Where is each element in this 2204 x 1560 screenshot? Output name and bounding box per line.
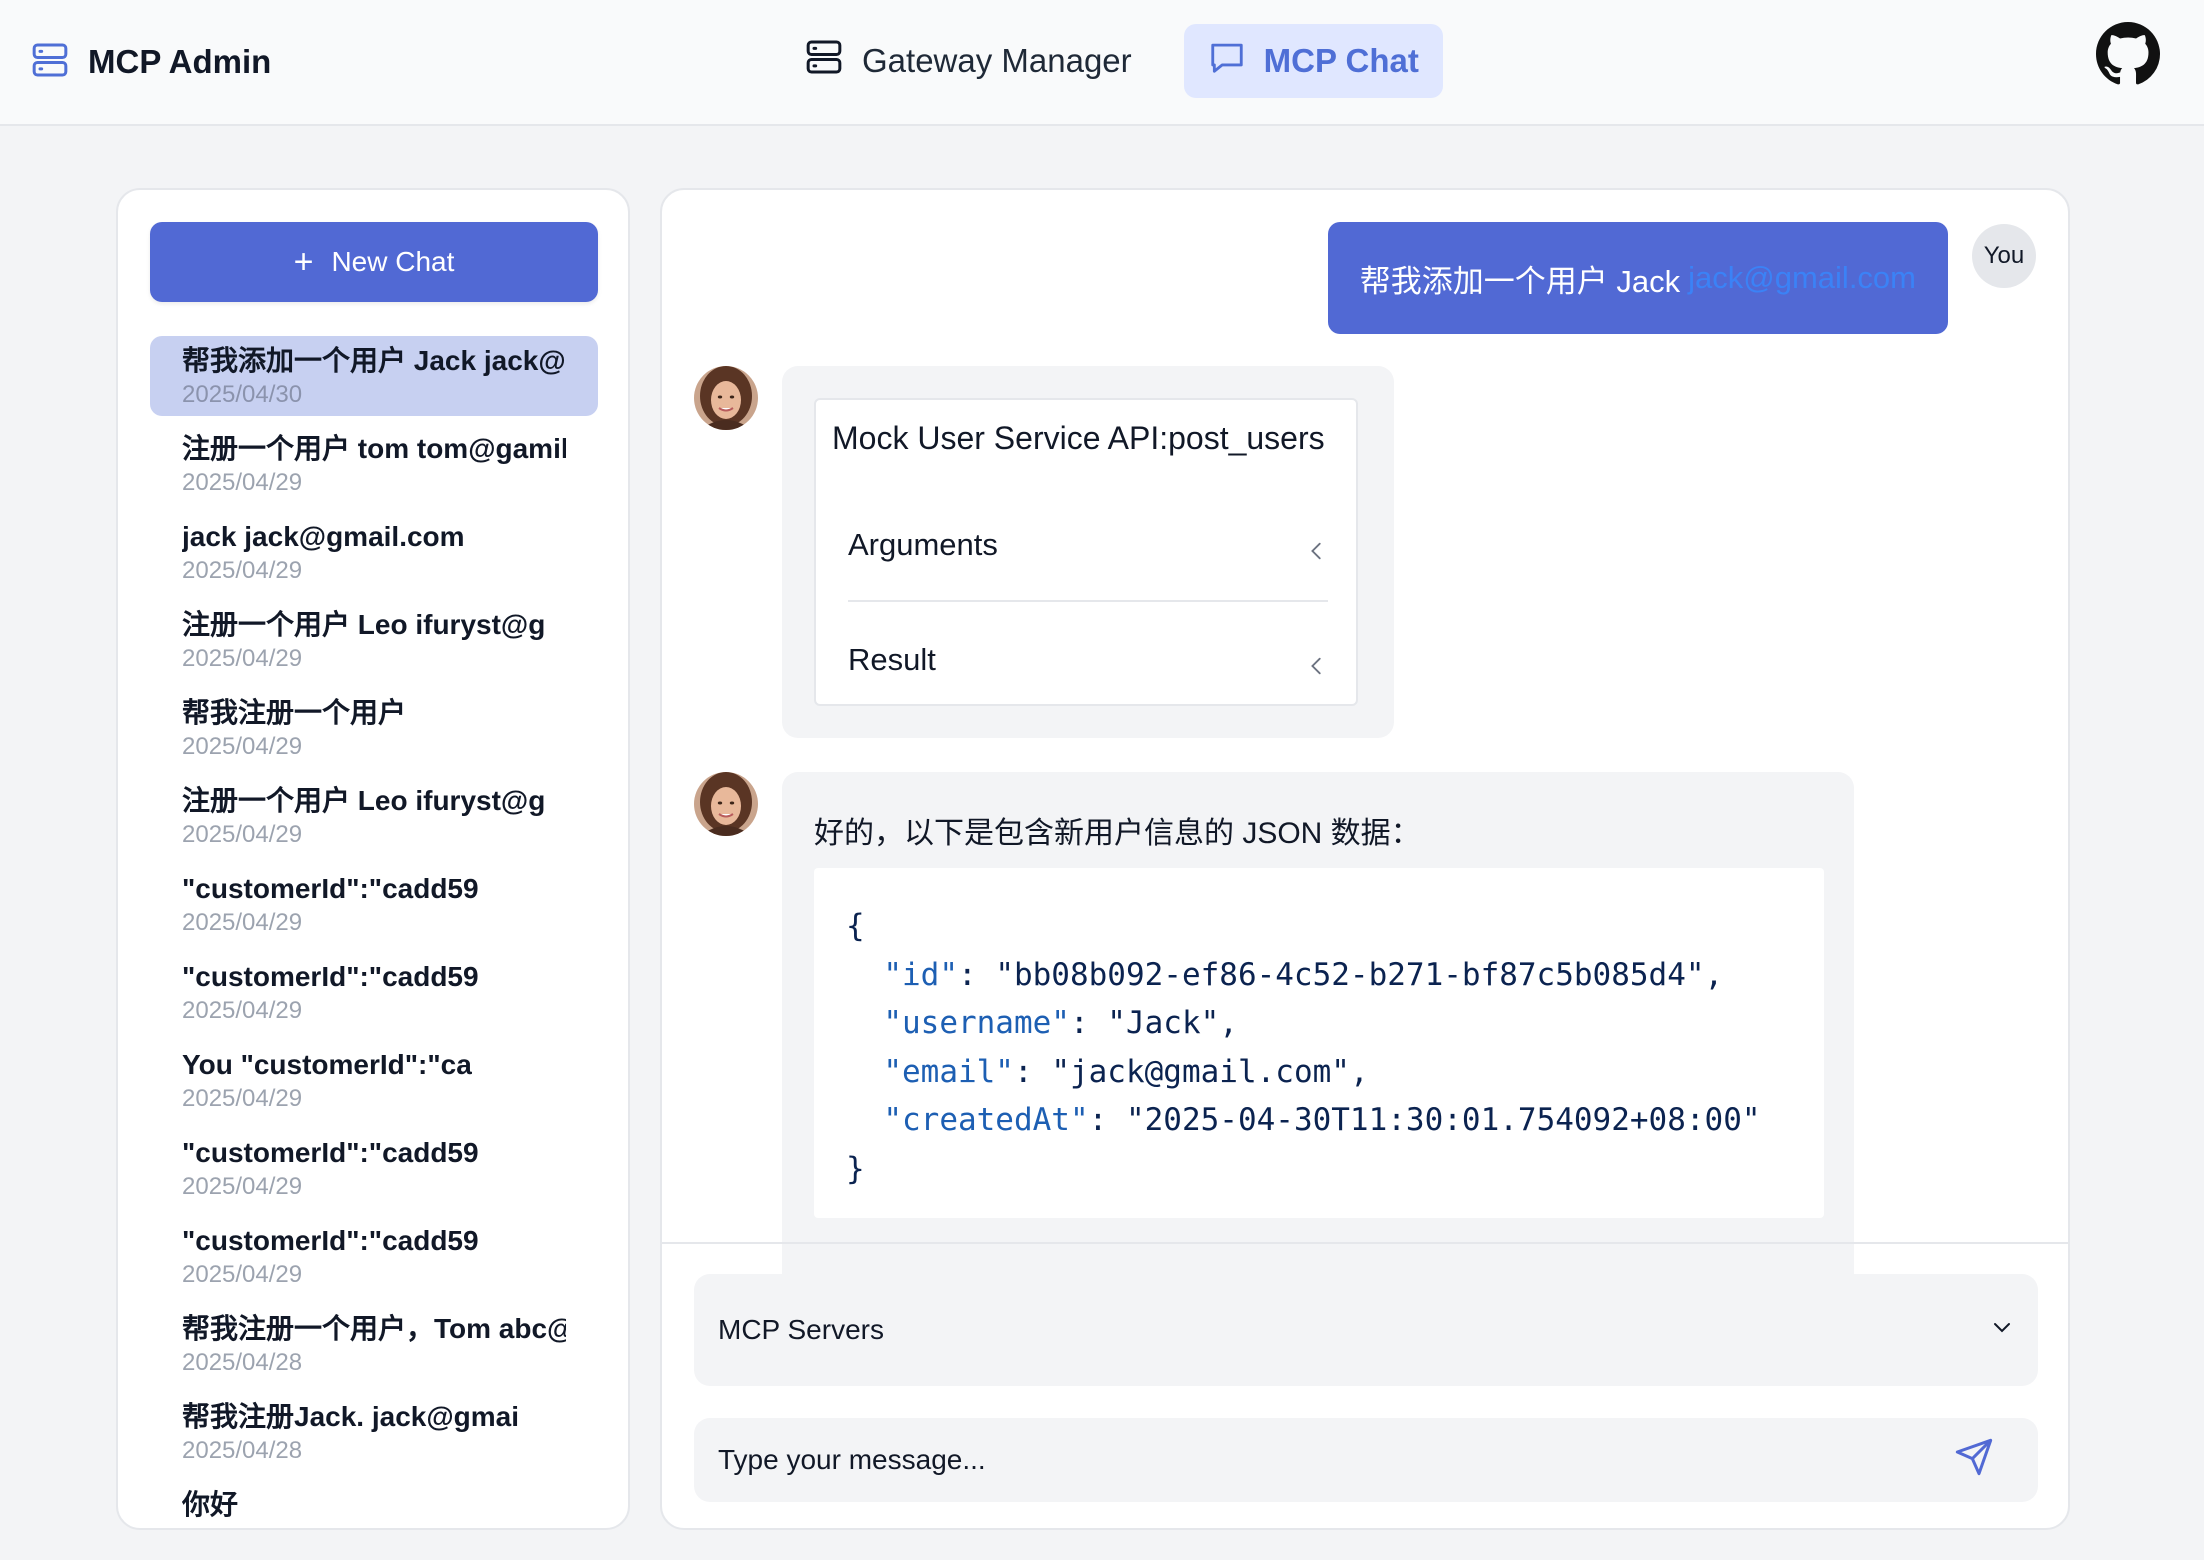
mcp-servers-label: MCP Servers xyxy=(718,1314,884,1345)
chat-panel: 帮我添加一个用户 Jack jack@gmail.com You Mock Us… xyxy=(660,188,2070,1530)
conversation-title: 帮我注册Jack. jack@gmai xyxy=(182,1401,519,1432)
chevron-down-icon xyxy=(1990,1314,2014,1346)
chevron-left-icon xyxy=(1306,649,1328,675)
user-avatar: You xyxy=(1972,224,2036,288)
conversation-title: 帮我添加一个用户 Jack jack@g xyxy=(182,345,566,376)
json-code-block: { "id": "bb08b092-ef86-4c52-b271-bf87c5b… xyxy=(814,868,1824,1218)
github-icon[interactable] xyxy=(2096,22,2160,86)
code-key: "username" xyxy=(883,1005,1070,1041)
server-icon xyxy=(30,40,70,85)
nav-mcp-chat[interactable]: MCP Chat xyxy=(1183,24,1443,98)
code-value: "bb08b092-ef86-4c52-b271-bf87c5b085d4" xyxy=(995,956,1705,993)
conversation-item[interactable]: jack jack@gmail.com 2025/04/29 xyxy=(150,512,598,592)
conversation-item[interactable]: 帮我添加一个用户 Jack jack@g 2025/04/30 xyxy=(150,336,598,416)
send-icon[interactable] xyxy=(1954,1437,2000,1483)
user-message-bubble: 帮我添加一个用户 Jack jack@gmail.com xyxy=(1327,222,1948,334)
code-value: "Jack" xyxy=(1107,1005,1220,1041)
code-key: "email" xyxy=(883,1053,1014,1090)
top-header: MCP Admin Gateway Manager MCP Chat xyxy=(0,0,2204,126)
tool-call-message: Mock User Service API:post_users Argumen… xyxy=(782,366,1394,738)
arguments-label: Arguments xyxy=(848,527,998,562)
conversation-title: 你好 xyxy=(182,1489,239,1520)
assistant-message-text: 好的，以下是包含新用户信息的 JSON 数据： xyxy=(814,817,1421,850)
tool-call-card: Mock User Service API:post_users Argumen… xyxy=(814,398,1358,706)
conversation-title: 帮我注册一个用户，Tom abc@gm xyxy=(182,1313,566,1344)
conversation-item[interactable]: 你好 xyxy=(150,1480,598,1528)
nav-label: MCP Chat xyxy=(1263,42,1419,79)
brand[interactable]: MCP Admin xyxy=(30,38,271,86)
conversation-item[interactable]: 帮我注册一个用户 2025/04/29 xyxy=(150,688,598,768)
message-composer xyxy=(694,1418,2038,1502)
composer-divider xyxy=(662,1242,2068,1244)
user-message-text: 帮我添加一个用户 Jack xyxy=(1359,263,1681,299)
conversation-list: 帮我添加一个用户 Jack jack@g 2025/04/30 注册一个用户 t… xyxy=(150,336,598,1528)
plus-icon: + xyxy=(293,243,314,281)
brand-title: MCP Admin xyxy=(88,43,272,80)
nav-gateway-manager[interactable]: Gateway Manager xyxy=(780,24,1156,98)
conversation-title: 帮我注册一个用户 xyxy=(182,697,407,728)
tool-call-title: Mock User Service API:post_users xyxy=(832,420,1325,456)
conversation-date: 2025/04/29 xyxy=(182,1261,303,1288)
new-chat-button[interactable]: + New Chat xyxy=(150,222,598,302)
conversation-title: You "customerId":"ca xyxy=(182,1049,472,1080)
code-value: "2025-04-30T11:30:01.754092+08:00" xyxy=(1125,1102,1761,1138)
conversation-date: 2025/04/29 xyxy=(182,909,303,936)
message-input[interactable] xyxy=(718,1444,1954,1476)
chat-bubble-icon xyxy=(1208,38,1246,84)
conversation-item[interactable]: "customerId":"cadd59 2025/04/29 xyxy=(150,1128,598,1208)
conversation-item[interactable]: 注册一个用户 Leo ifuryst@g 2025/04/29 xyxy=(150,600,598,680)
conversation-item[interactable]: 帮我注册Jack. jack@gmai 2025/04/28 xyxy=(150,1392,598,1472)
assistant-avatar xyxy=(694,772,758,836)
code-value: "jack@gmail.com" xyxy=(1051,1053,1350,1090)
arguments-accordion[interactable]: Arguments xyxy=(848,490,1328,602)
email-link[interactable]: jack@gmail.com xyxy=(1688,260,1916,296)
conversation-date: 2025/04/29 xyxy=(182,469,303,496)
conversation-date: 2025/04/29 xyxy=(182,1085,303,1112)
conversation-item[interactable]: "customerId":"cadd59 2025/04/29 xyxy=(150,1216,598,1296)
conversation-date: 2025/04/29 xyxy=(182,821,303,848)
conversation-item[interactable]: 注册一个用户 tom tom@gamil 2025/04/29 xyxy=(150,424,598,504)
server-icon xyxy=(804,37,844,85)
conversation-item[interactable]: "customerId":"cadd59 2025/04/29 xyxy=(150,864,598,944)
conversation-title: jack jack@gmail.com xyxy=(182,521,465,552)
conversation-title: 注册一个用户 Leo ifuryst@g xyxy=(182,785,546,816)
conversation-date: 2025/04/30 xyxy=(182,381,303,408)
conversation-date: 2025/04/28 xyxy=(182,1349,303,1376)
result-accordion[interactable]: Result xyxy=(848,604,1328,716)
conversation-title: 注册一个用户 Leo ifuryst@g xyxy=(182,609,546,640)
chevron-left-icon xyxy=(1306,534,1328,560)
conversation-date: 2025/04/29 xyxy=(182,557,303,584)
conversation-date: 2025/04/29 xyxy=(182,997,303,1024)
conversation-title: "customerId":"cadd59 xyxy=(182,1225,479,1256)
conversation-item[interactable]: "customerId":"cadd59 2025/04/29 xyxy=(150,952,598,1032)
conversation-title: "customerId":"cadd59 xyxy=(182,961,479,992)
conversation-item[interactable]: 注册一个用户 Leo ifuryst@g 2025/04/29 xyxy=(150,776,598,856)
assistant-message: 好的，以下是包含新用户信息的 JSON 数据： { "id": "bb08b09… xyxy=(782,772,1854,1332)
conversation-date: 2025/04/29 xyxy=(182,733,303,760)
assistant-avatar xyxy=(694,366,758,430)
conversation-date: 2025/04/29 xyxy=(182,645,303,672)
code-key: "createdAt" xyxy=(883,1102,1089,1138)
main-nav: Gateway Manager MCP Chat xyxy=(780,24,1443,98)
mcp-servers-select[interactable]: MCP Servers xyxy=(694,1274,2038,1386)
new-chat-label: New Chat xyxy=(331,246,455,277)
conversation-sidebar: + New Chat 帮我添加一个用户 Jack jack@g 2025/04/… xyxy=(116,188,630,1530)
conversation-title: 注册一个用户 tom tom@gamil xyxy=(182,433,566,464)
code-key: "id" xyxy=(883,956,958,993)
nav-label: Gateway Manager xyxy=(862,42,1132,79)
conversation-item[interactable]: You "customerId":"ca 2025/04/29 xyxy=(150,1040,598,1120)
conversation-date: 2025/04/29 xyxy=(182,1173,303,1200)
conversation-date: 2025/04/28 xyxy=(182,1437,303,1464)
conversation-title: "customerId":"cadd59 xyxy=(182,1137,479,1168)
conversation-item[interactable]: 帮我注册一个用户，Tom abc@gm 2025/04/28 xyxy=(150,1304,598,1384)
conversation-title: "customerId":"cadd59 xyxy=(182,873,479,904)
result-label: Result xyxy=(848,642,936,677)
